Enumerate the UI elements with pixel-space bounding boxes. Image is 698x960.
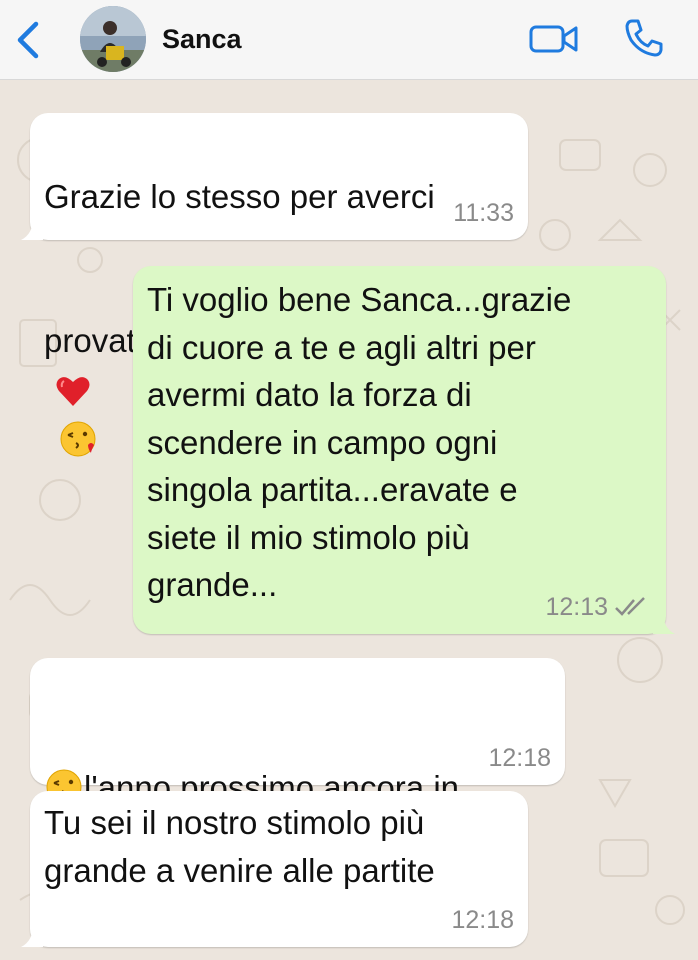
message-timestamp: 12:18 [451, 905, 514, 935]
message-timestamp: 12:13 [545, 592, 652, 622]
time-label: 12:18 [488, 744, 551, 772]
double-check-icon [615, 597, 645, 616]
time-label: 12:18 [451, 906, 514, 934]
message-timestamp: 11:33 [453, 198, 514, 228]
message-text: Ti voglio bene Sanca...grazie di cuore a… [147, 281, 572, 603]
video-camera-icon[interactable] [528, 22, 580, 56]
message-bubble-outgoing[interactable]: Ti voglio bene Sanca...grazie di cuore a… [133, 266, 675, 634]
red-heart-icon [56, 377, 90, 407]
bubble-tail [21, 218, 43, 240]
message-text: Tu sei il nostro stimolo più grande a ve… [44, 804, 435, 889]
message-line: Grazie lo stesso per averci [44, 178, 435, 215]
message-bubble-incoming[interactable]: Tu sei il nostro stimolo più grande a ve… [21, 791, 528, 947]
face-blowing-kiss-icon [60, 421, 96, 457]
bubble-tail [21, 925, 43, 947]
avatar[interactable] [80, 6, 146, 72]
time-label: 11:33 [453, 199, 514, 227]
chat-header: Sanca [0, 0, 698, 80]
chevron-left-icon[interactable] [12, 20, 46, 60]
avatar-photo [80, 6, 146, 72]
message-timestamp: 12:18 [488, 743, 551, 773]
bubble-tail [653, 612, 675, 634]
contact-name[interactable]: Sanca [162, 24, 242, 55]
message-bubble-incoming[interactable]: Grazie lo stesso per averci provato 11:3… [21, 113, 528, 457]
time-label: 12:13 [545, 593, 608, 621]
phone-icon[interactable] [622, 16, 666, 60]
message-bubble-incoming[interactable]: l'anno prossimo ancora in campo 12:18 [30, 658, 565, 902]
